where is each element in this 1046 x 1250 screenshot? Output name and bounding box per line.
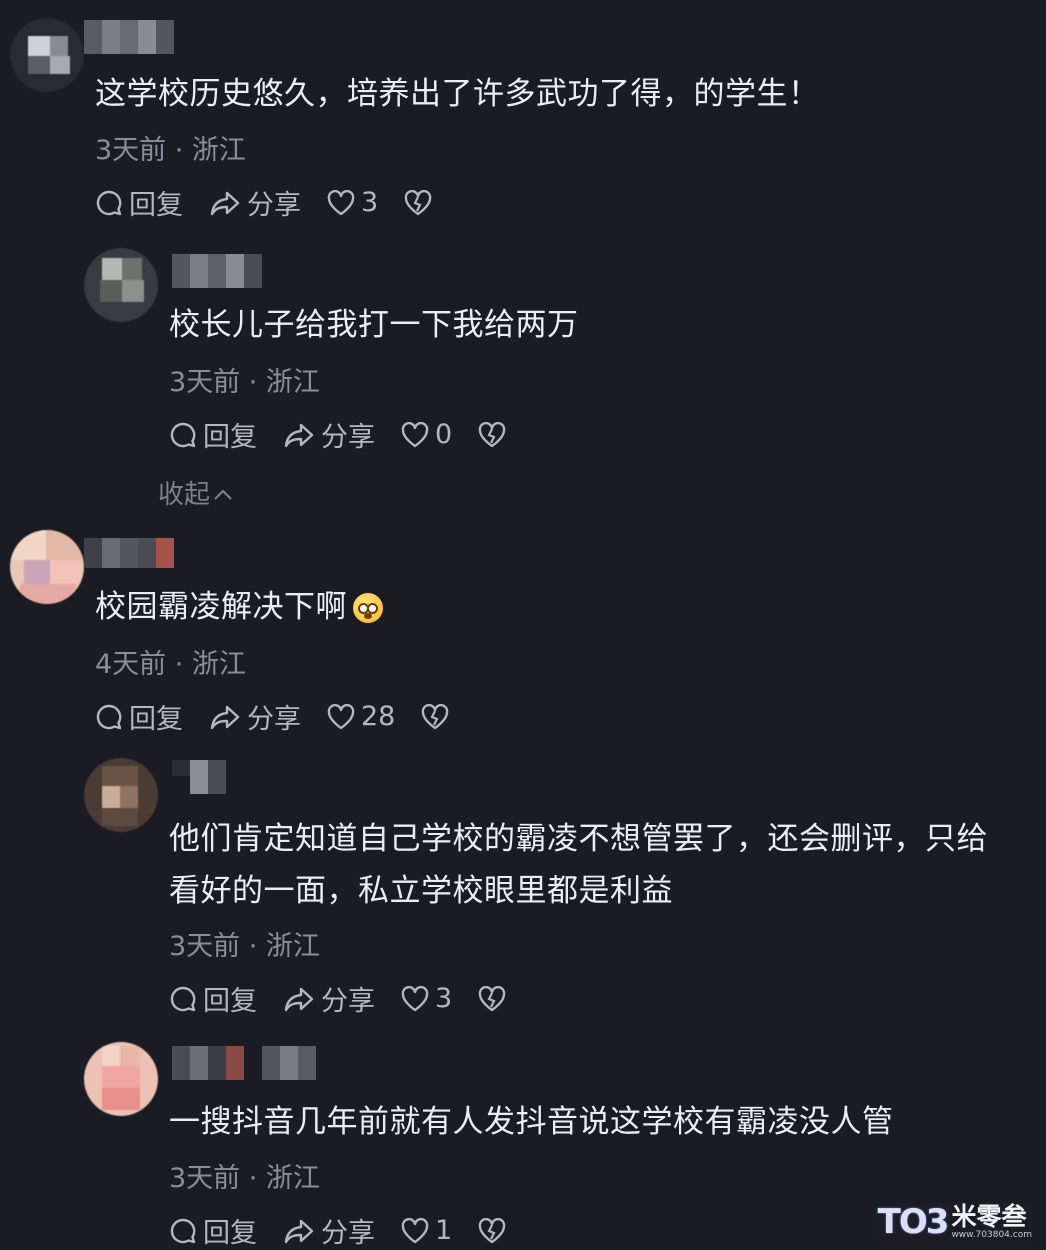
share-label: 分享 — [247, 190, 301, 221]
flushed-face-emoji-icon — [353, 593, 383, 623]
heart-icon — [401, 421, 429, 447]
share-arrow-icon — [210, 191, 240, 215]
dislike-button[interactable] — [478, 985, 512, 1012]
reply-button[interactable]: 回复 — [169, 1211, 257, 1250]
comment-text: 他们肯定知道自己学校的霸凌不想管罢了，还会删评，只给 看好的一面，私立学校眼里都… — [169, 821, 988, 909]
comment-meta: 3天前 · 浙江 — [169, 1163, 320, 1194]
chevron-up-icon — [214, 489, 232, 500]
share-button[interactable]: 分享 — [283, 415, 375, 454]
like-count: 0 — [435, 419, 453, 450]
broken-heart-icon — [404, 189, 432, 215]
dislike-button[interactable] — [421, 703, 455, 730]
username-pixelated[interactable] — [84, 20, 174, 54]
comment-meta: 3天前 · 浙江 — [169, 367, 320, 398]
reply-label: 回复 — [129, 190, 183, 221]
dislike-button[interactable] — [404, 189, 438, 216]
like-button[interactable]: 0 — [401, 419, 452, 450]
comment-meta: 4天前 · 浙江 — [95, 649, 246, 680]
like-button[interactable]: 1 — [401, 1215, 452, 1246]
share-button[interactable]: 分享 — [283, 1211, 375, 1250]
broken-heart-icon — [422, 703, 449, 729]
avatar[interactable] — [10, 530, 84, 604]
watermark: TO3 米零叁 www.703804.com — [877, 1202, 1032, 1242]
share-arrow-icon — [210, 705, 240, 729]
comment-actions: 回复 分享 3 — [169, 979, 538, 1018]
share-label: 分享 — [321, 422, 375, 453]
watermark-logo: TO3 — [877, 1202, 950, 1242]
comment-text: 这学校历史悠久，培养出了许多武功了得，的学生！ — [95, 76, 820, 112]
share-button[interactable]: 分享 — [283, 979, 375, 1018]
avatar[interactable] — [84, 1042, 158, 1116]
comment-text: 校园霸凌解决下啊 — [95, 581, 383, 633]
like-button[interactable]: 3 — [327, 187, 378, 218]
comment-bubble-icon — [96, 704, 122, 729]
comment-meta: 3天前 · 浙江 — [95, 135, 246, 166]
share-label: 分享 — [321, 1218, 375, 1249]
reply-button[interactable]: 回复 — [169, 415, 257, 454]
comment-actions: 回复 分享 28 — [95, 697, 481, 736]
comment-text-content: 校园霸凌解决下啊 — [95, 589, 347, 625]
like-count: 3 — [361, 187, 379, 218]
comment-bubble-icon — [170, 422, 196, 447]
reply-label: 回复 — [203, 986, 257, 1017]
share-label: 分享 — [321, 986, 375, 1017]
comment-text: 校长儿子给我打一下我给两万 — [169, 307, 579, 343]
comment-bubble-icon — [170, 1218, 196, 1243]
share-button[interactable]: 分享 — [209, 697, 301, 736]
avatar[interactable] — [84, 758, 158, 832]
comment-feed: 这学校历史悠久，培养出了许多武功了得，的学生！ 3天前 · 浙江 回复 分享 3 — [0, 0, 1046, 1250]
collapse-label: 收起 — [158, 480, 211, 510]
reply-label: 回复 — [203, 1218, 257, 1249]
heart-icon — [401, 985, 429, 1011]
broken-heart-icon — [478, 985, 506, 1011]
like-count: 1 — [435, 1215, 453, 1246]
username-pixelated[interactable] — [84, 538, 174, 572]
comment-text: 一搜抖音几年前就有人发抖音说这学校有霸凌没人管 — [169, 1104, 894, 1140]
like-count: 3 — [435, 983, 453, 1014]
comment-actions: 回复 分享 3 — [95, 183, 464, 222]
comment-bubble-icon — [96, 190, 122, 215]
avatar[interactable] — [10, 18, 84, 92]
share-arrow-icon — [284, 1219, 314, 1243]
username-pixelated[interactable] — [172, 254, 262, 288]
watermark-url: www.703804.com — [951, 1230, 1032, 1240]
reply-button[interactable]: 回复 — [169, 979, 257, 1018]
reply-label: 回复 — [203, 422, 257, 453]
reply-button[interactable]: 回复 — [95, 183, 183, 222]
reply-button[interactable]: 回复 — [95, 697, 183, 736]
like-count: 28 — [361, 701, 396, 732]
collapse-replies-button[interactable]: 收起 — [158, 474, 234, 511]
share-button[interactable]: 分享 — [209, 183, 301, 222]
avatar[interactable] — [84, 248, 158, 322]
comment-actions: 回复 分享 1 — [169, 1211, 538, 1250]
dislike-button[interactable] — [478, 1217, 512, 1244]
broken-heart-icon — [478, 421, 506, 447]
reply-label: 回复 — [129, 704, 183, 735]
comment-bubble-icon — [170, 986, 196, 1011]
share-label: 分享 — [247, 704, 301, 735]
comment-actions: 回复 分享 0 — [169, 415, 538, 454]
like-button[interactable]: 28 — [327, 701, 395, 732]
heart-icon — [327, 703, 355, 729]
share-arrow-icon — [284, 423, 314, 447]
share-arrow-icon — [284, 987, 314, 1011]
dislike-button[interactable] — [478, 421, 512, 448]
username-pixelated[interactable] — [172, 760, 226, 794]
username-pixelated[interactable] — [172, 1046, 316, 1080]
heart-icon — [401, 1217, 429, 1243]
watermark-text: 米零叁 www.703804.com — [951, 1202, 1032, 1241]
watermark-name: 米零叁 — [951, 1202, 1027, 1231]
heart-icon — [327, 189, 355, 215]
broken-heart-icon — [478, 1217, 506, 1243]
comment-meta: 3天前 · 浙江 — [169, 931, 320, 962]
like-button[interactable]: 3 — [401, 983, 452, 1014]
